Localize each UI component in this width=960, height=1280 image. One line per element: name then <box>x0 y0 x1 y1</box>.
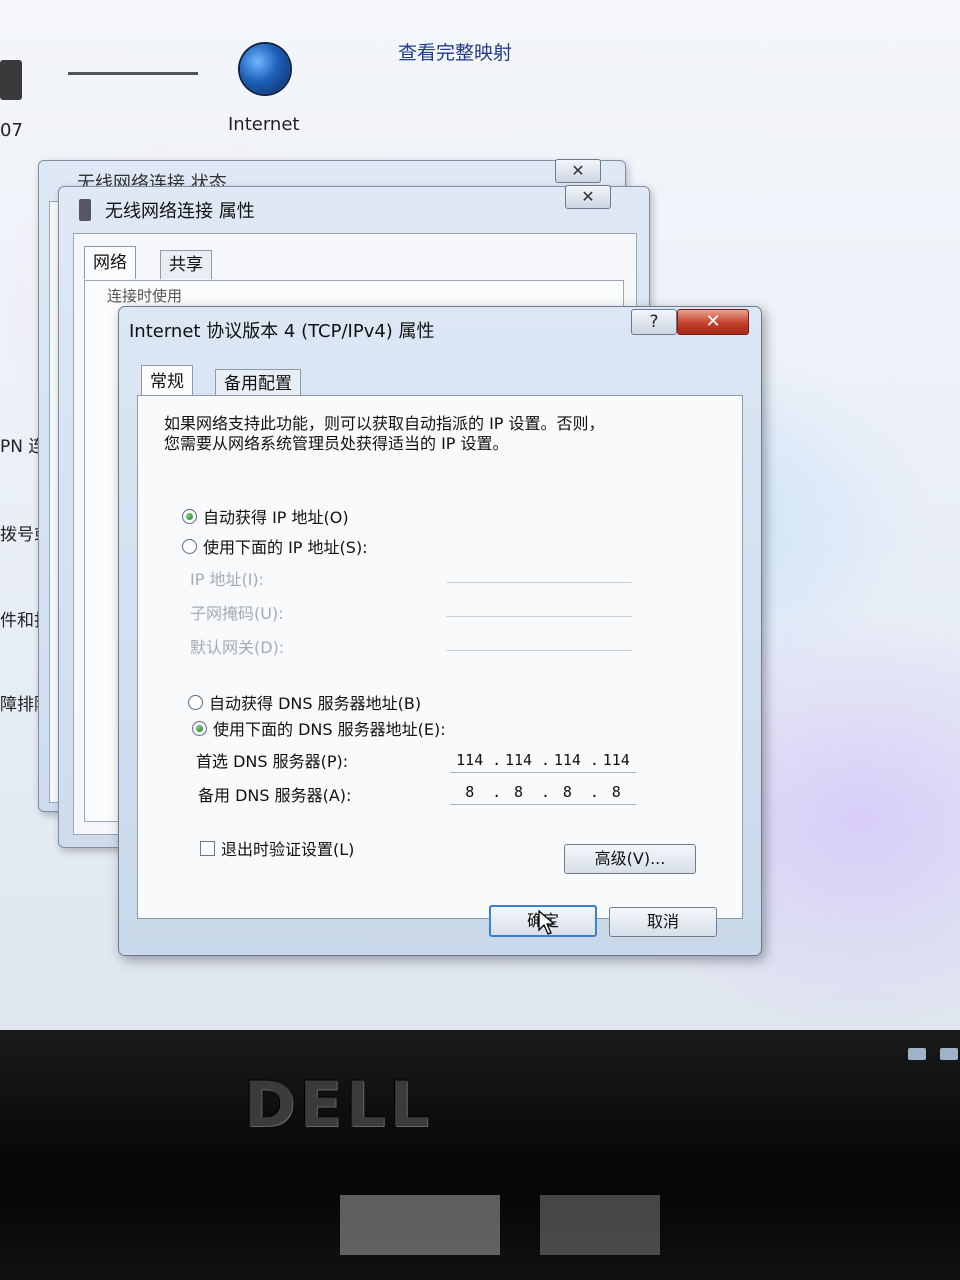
alternate-dns-octet-2[interactable]: 8 <box>502 783 536 801</box>
connection-line <box>68 72 198 75</box>
alternate-dns-label: 备用 DNS 服务器(A): <box>198 786 352 805</box>
octet-separator: . <box>540 751 550 769</box>
auto-ip-option[interactable]: 自动获得 IP 地址(O) <box>182 504 349 528</box>
properties-close-button[interactable]: ✕ <box>565 185 611 209</box>
preferred-dns-octet-4[interactable]: 114 <box>599 751 633 769</box>
dialog-title: Internet 协议版本 4 (TCP/IPv4) 属性 <box>129 321 435 342</box>
auto-ip-label: 自动获得 IP 地址(O) <box>203 508 349 527</box>
preferred-dns-label: 首选 DNS 服务器(P): <box>196 752 349 771</box>
alternate-dns-field[interactable]: 8. 8. 8. 8 <box>450 780 636 805</box>
tab-alternate-config[interactable]: 备用配置 <box>215 369 301 398</box>
manual-ip-radio[interactable] <box>182 538 197 554</box>
auto-dns-radio[interactable] <box>188 694 203 710</box>
intro-line-1: 如果网络支持此功能，则可以获取自动指派的 IP 设置。否则， <box>164 414 605 433</box>
default-gateway-field <box>446 626 632 651</box>
help-button[interactable]: ? <box>631 309 677 335</box>
subnet-mask-field <box>446 592 632 617</box>
connect-using-label: 连接时使用 <box>107 287 183 305</box>
octet-separator: . <box>492 783 502 801</box>
octet-separator: . <box>589 783 599 801</box>
preferred-dns-field[interactable]: 114. 114. 114. 114 <box>450 748 636 773</box>
network-adapter-icon <box>79 199 91 221</box>
dell-logo: DELL <box>244 1068 433 1141</box>
manual-dns-radio[interactable] <box>192 720 207 736</box>
preferred-dns-octet-3[interactable]: 114 <box>550 751 584 769</box>
alternate-dns-octet-3[interactable]: 8 <box>550 783 584 801</box>
validate-settings-checkbox[interactable] <box>200 840 215 856</box>
internet-label: Internet <box>228 114 300 135</box>
computer-label: 07 <box>0 120 23 141</box>
subnet-mask-label: 子网掩码(U): <box>190 604 284 623</box>
intro-text: 如果网络支持此功能，则可以获取自动指派的 IP 设置。否则， 您需要从网络系统管… <box>164 414 724 454</box>
tcpipv4-properties-dialog: Internet 协议版本 4 (TCP/IPv4) 属性 ? ✕ 常规 备用配… <box>118 306 762 956</box>
keyboard-reflection <box>540 1195 660 1255</box>
tab-sharing[interactable]: 共享 <box>160 250 212 279</box>
ip-address-label: IP 地址(I): <box>190 570 265 589</box>
octet-separator: . <box>492 751 502 769</box>
dialog-close-button[interactable]: ✕ <box>677 309 749 335</box>
properties-window-title: 无线网络连接 属性 <box>105 201 255 222</box>
manual-dns-label: 使用下面的 DNS 服务器地址(E): <box>213 720 446 739</box>
computer-icon <box>0 60 22 100</box>
keyboard-reflection <box>340 1195 500 1255</box>
octet-separator: . <box>589 751 599 769</box>
validate-settings-label: 退出时验证设置(L) <box>221 840 355 859</box>
mouse-pointer-icon <box>538 910 556 935</box>
alternate-dns-octet-4[interactable]: 8 <box>599 783 633 801</box>
screen: 07 Internet 查看完整映射 PN 连 拨号或 件和打印 障排除信 无线… <box>0 0 960 1030</box>
alternate-dns-octet-1[interactable]: 8 <box>453 783 487 801</box>
tray-icon <box>908 1048 926 1060</box>
manual-ip-option[interactable]: 使用下面的 IP 地址(S): <box>182 534 368 558</box>
auto-dns-option[interactable]: 自动获得 DNS 服务器地址(B) <box>188 690 421 714</box>
view-full-map-link[interactable]: 查看完整映射 <box>398 38 512 65</box>
tray-icon <box>940 1048 958 1060</box>
intro-line-2: 您需要从网络系统管理员处获得适当的 IP 设置。 <box>164 434 509 453</box>
status-close-button[interactable]: ✕ <box>555 159 601 183</box>
cancel-button[interactable]: 取消 <box>609 907 717 937</box>
manual-ip-label: 使用下面的 IP 地址(S): <box>203 538 368 557</box>
auto-ip-radio[interactable] <box>182 508 197 524</box>
validate-settings-option[interactable]: 退出时验证设置(L) <box>200 836 354 860</box>
octet-separator: . <box>540 783 550 801</box>
advanced-button[interactable]: 高级(V)... <box>564 844 696 874</box>
general-tab-content: 如果网络支持此功能，则可以获取自动指派的 IP 设置。否则， 您需要从网络系统管… <box>137 395 743 919</box>
preferred-dns-octet-2[interactable]: 114 <box>502 751 536 769</box>
ip-address-field <box>446 558 632 583</box>
tab-network[interactable]: 网络 <box>84 246 136 279</box>
default-gateway-label: 默认网关(D): <box>190 638 285 657</box>
auto-dns-label: 自动获得 DNS 服务器地址(B) <box>209 694 422 713</box>
manual-dns-option[interactable]: 使用下面的 DNS 服务器地址(E): <box>192 716 446 740</box>
preferred-dns-octet-1[interactable]: 114 <box>453 751 487 769</box>
internet-globe-icon <box>240 44 290 94</box>
tab-general[interactable]: 常规 <box>141 365 193 398</box>
